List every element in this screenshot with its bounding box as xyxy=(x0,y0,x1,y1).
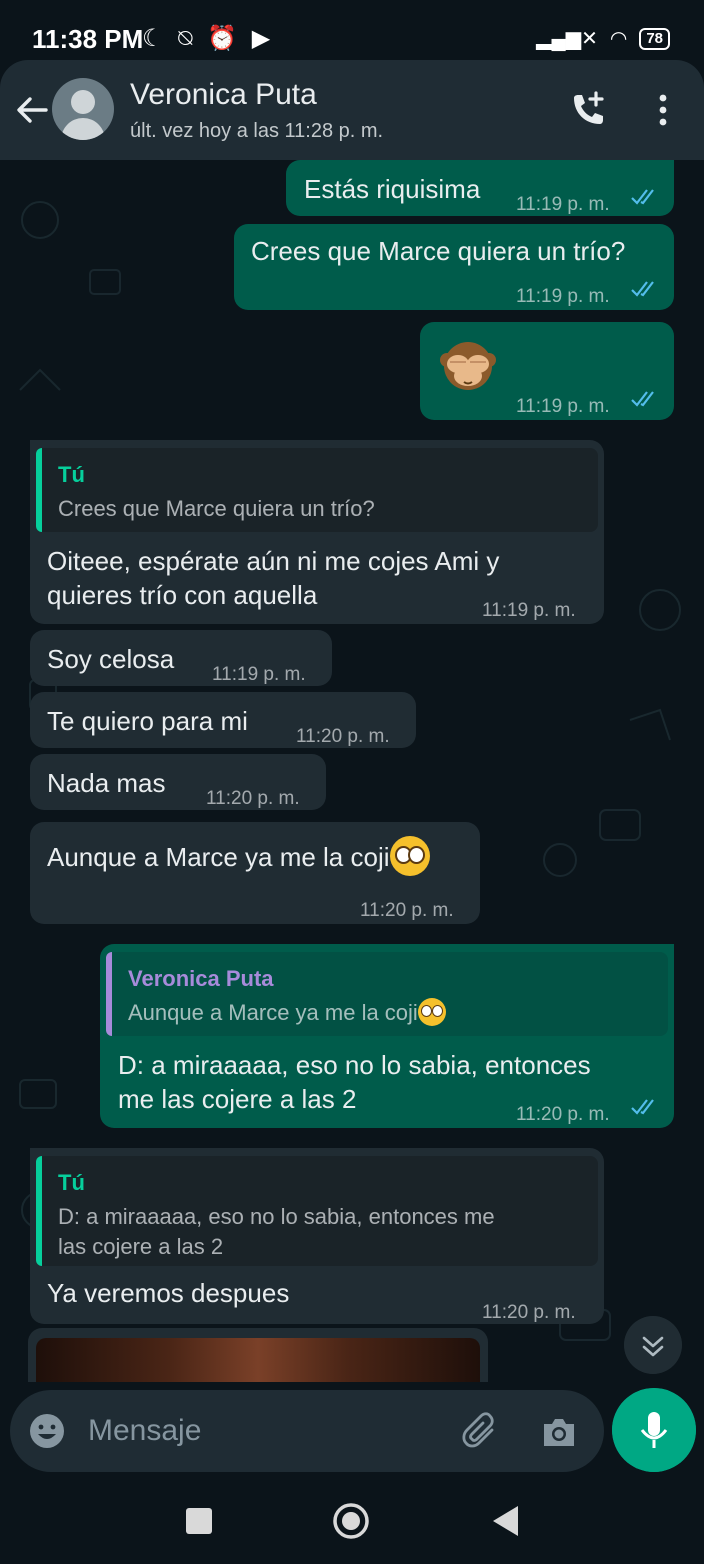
contact-name[interactable]: Veronica Puta xyxy=(130,78,317,112)
message-bubble-incoming[interactable]: Nada mas 11:20 p. m. xyxy=(30,754,326,810)
quoted-message[interactable]: Tú D: a miraaaaa, eso no lo sabia, enton… xyxy=(36,1156,598,1266)
nav-back-icon[interactable] xyxy=(490,1504,520,1538)
see-no-evil-monkey-emoji xyxy=(440,342,496,390)
chat-header: Veronica Puta últ. vez hoy a las 11:28 p… xyxy=(0,60,704,160)
message-text: Te quiero para mi xyxy=(47,706,248,736)
message-bubble-incoming[interactable]: Aunque a Marce ya me la coji 11:20 p. m. xyxy=(30,822,480,924)
status-notification-icons: ☾ ⍉ ⏰ ▶ xyxy=(142,25,275,52)
message-bubble-outgoing[interactable]: Veronica Puta Aunque a Marce ya me la co… xyxy=(100,944,674,1128)
message-text: Estás riquisima xyxy=(304,174,481,204)
message-bubble-outgoing[interactable]: Estás riquisima 11:19 p. m. xyxy=(286,160,674,216)
message-time: 11:19 p. m. xyxy=(516,396,610,417)
message-bubble-incoming[interactable]: Te quiero para mi 11:20 p. m. xyxy=(30,692,416,748)
quote-text: Aunque a Marce ya me la coji xyxy=(128,1000,418,1025)
message-text-line: quieres trío con aquella xyxy=(47,580,318,610)
message-time: 11:19 p. m. xyxy=(212,664,306,685)
add-call-icon[interactable] xyxy=(568,90,608,130)
more-vert-icon[interactable] xyxy=(648,92,678,128)
image-message-bubble[interactable] xyxy=(28,1328,488,1382)
message-text: Crees que Marce quiera un trío? xyxy=(251,236,626,266)
message-bubble-outgoing[interactable]: 11:19 p. m. xyxy=(420,322,674,420)
message-text: Aunque a Marce ya me la coji xyxy=(47,842,390,872)
message-input[interactable] xyxy=(88,1408,448,1454)
message-time: 11:20 p. m. xyxy=(516,1104,610,1125)
quote-text: Crees que Marce quiera un trío? xyxy=(58,496,375,521)
message-time: 11:20 p. m. xyxy=(296,726,390,747)
quote-text-line: D: a miraaaaa, eso no lo sabia, entonces… xyxy=(58,1204,495,1229)
nav-home-icon[interactable] xyxy=(332,1502,370,1540)
quote-author: Veronica Puta xyxy=(128,966,274,991)
message-time: 11:19 p. m. xyxy=(482,600,576,621)
flushed-face-emoji xyxy=(417,998,446,1026)
read-ticks-icon xyxy=(631,391,654,407)
message-bubble-incoming[interactable]: Tú Crees que Marce quiera un trío? Oitee… xyxy=(30,440,604,624)
message-time: 11:19 p. m. xyxy=(516,194,610,215)
emoji-icon[interactable] xyxy=(28,1412,66,1450)
avatar[interactable] xyxy=(52,78,114,140)
message-text-row: Aunque a Marce ya me la coji xyxy=(47,836,430,876)
quote-author: Tú xyxy=(58,1170,85,1195)
message-bubble-incoming[interactable]: Tú D: a miraaaaa, eso no lo sabia, enton… xyxy=(30,1148,604,1324)
attach-icon[interactable] xyxy=(462,1412,500,1450)
camera-icon[interactable] xyxy=(540,1414,578,1450)
quote-text-line: las cojere a las 2 xyxy=(58,1234,224,1259)
chat-messages[interactable]: Estás riquisima 11:19 p. m. Crees que Ma… xyxy=(0,160,704,1382)
quote-author: Tú xyxy=(58,462,85,487)
mic-icon[interactable] xyxy=(612,1388,696,1472)
battery-icon: 78 xyxy=(639,27,670,50)
message-text: Nada mas xyxy=(47,768,166,798)
message-text-line: me las cojere a las 2 xyxy=(118,1084,357,1114)
quote-text-row: Aunque a Marce ya me la coji xyxy=(128,998,446,1028)
message-bubble-incoming[interactable]: Soy celosa 11:19 p. m. xyxy=(30,630,332,686)
message-time: 11:19 p. m. xyxy=(516,286,610,307)
message-time: 11:20 p. m. xyxy=(482,1302,576,1323)
message-compose-bar xyxy=(10,1390,604,1472)
quote-accent-bar xyxy=(36,448,42,532)
message-text: Soy celosa xyxy=(47,644,175,674)
read-ticks-icon xyxy=(631,281,654,297)
status-right: ▂▄▆✕ ◠ 78 xyxy=(536,26,670,51)
wifi-icon: ◠ xyxy=(609,28,628,50)
message-text-line: Oiteee, espérate aún ni me cojes Ami y xyxy=(47,546,500,576)
message-time: 11:20 p. m. xyxy=(206,788,300,809)
avatar-body xyxy=(61,118,105,140)
avatar-head xyxy=(71,90,95,114)
back-arrow-icon[interactable] xyxy=(12,90,52,130)
image-preview[interactable] xyxy=(36,1338,480,1382)
read-ticks-icon xyxy=(631,189,654,205)
status-time: 11:38 PM xyxy=(32,24,144,54)
quoted-message[interactable]: Veronica Puta Aunque a Marce ya me la co… xyxy=(106,952,668,1036)
message-text-line: D: a miraaaaa, eso no lo sabia, entonces xyxy=(118,1050,591,1080)
quote-accent-bar xyxy=(106,952,112,1036)
message-text: Ya veremos despues xyxy=(47,1278,290,1308)
message-time: 11:20 p. m. xyxy=(360,900,454,921)
last-seen-status: últ. vez hoy a las 11:28 p. m. xyxy=(130,120,384,142)
scroll-down-icon[interactable] xyxy=(624,1316,682,1374)
nav-recents-icon[interactable] xyxy=(186,1508,212,1534)
quote-accent-bar xyxy=(36,1156,42,1266)
quoted-message[interactable]: Tú Crees que Marce quiera un trío? xyxy=(36,448,598,532)
flushed-face-emoji xyxy=(389,836,430,876)
message-bubble-outgoing[interactable]: Crees que Marce quiera un trío? 11:19 p.… xyxy=(234,224,674,310)
system-nav-bar xyxy=(0,1480,704,1564)
signal-icon: ▂▄▆✕ xyxy=(536,28,598,50)
read-ticks-icon xyxy=(631,1099,654,1115)
